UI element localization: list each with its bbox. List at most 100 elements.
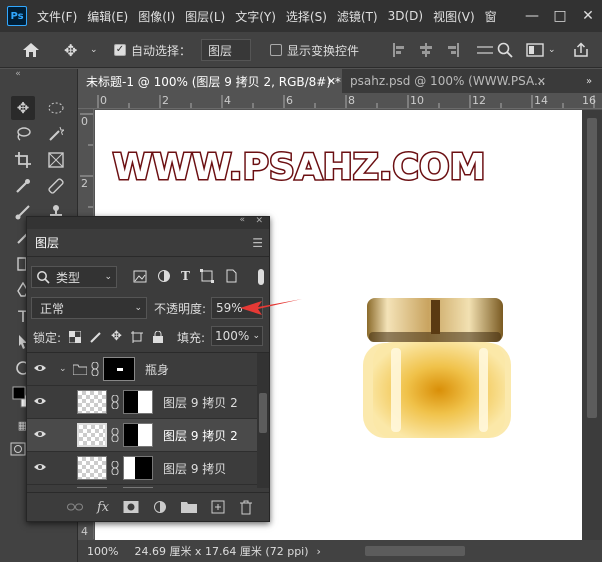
close-icon[interactable]: ✕ bbox=[327, 75, 336, 88]
maximize-icon[interactable]: □ bbox=[546, 0, 574, 32]
link-layers-icon[interactable] bbox=[67, 502, 83, 512]
chevron-down-icon[interactable]: ⌄ bbox=[548, 32, 556, 68]
lock-pixels-icon[interactable] bbox=[90, 331, 102, 343]
tab-overflow-icon[interactable]: » bbox=[578, 69, 602, 93]
collapse-arrows-icon[interactable]: « bbox=[6, 69, 30, 79]
panel-title[interactable]: 图层 bbox=[35, 234, 59, 251]
menu-layer[interactable]: 图层(L) bbox=[185, 8, 225, 25]
tab-document-2[interactable]: psahz.psd @ 100% (WWW.PSA... ✕ bbox=[342, 69, 552, 93]
align-right-icon[interactable] bbox=[444, 32, 460, 68]
visibility-eye-icon[interactable] bbox=[27, 461, 53, 475]
minimize-icon[interactable]: — bbox=[518, 0, 546, 32]
layer-thumbnail[interactable] bbox=[77, 423, 107, 447]
blend-mode-dropdown[interactable]: 正常 ⌄ bbox=[31, 297, 147, 319]
layer-thumbnail[interactable] bbox=[77, 390, 107, 414]
adjustment-filter-icon[interactable] bbox=[157, 269, 171, 283]
share-icon[interactable] bbox=[573, 32, 589, 68]
layer-name[interactable]: 图层 9 拷贝 bbox=[163, 460, 226, 477]
marquee-tool-icon[interactable] bbox=[44, 96, 68, 120]
vertical-scrollbar[interactable] bbox=[582, 110, 602, 540]
chain-link-icon[interactable] bbox=[111, 428, 119, 442]
image-filter-icon[interactable] bbox=[133, 270, 147, 283]
chain-link-icon[interactable] bbox=[91, 362, 99, 376]
layer-name[interactable]: 图层 9 拷贝 2 bbox=[163, 394, 238, 411]
menu-edit[interactable]: 编辑(E) bbox=[87, 8, 128, 25]
move-tool-icon[interactable]: ✥ bbox=[64, 32, 77, 68]
layer-name[interactable]: 图层 9 拷贝 2 bbox=[163, 427, 238, 444]
menu-filter[interactable]: 滤镜(T) bbox=[337, 8, 378, 25]
layer-thumbnail[interactable] bbox=[77, 487, 107, 488]
frame-tool-icon[interactable] bbox=[44, 148, 68, 172]
align-center-icon[interactable] bbox=[418, 32, 434, 68]
type-filter-icon[interactable]: T bbox=[181, 269, 190, 283]
layer-filter-dropdown[interactable]: 类型 ⌄ bbox=[31, 266, 117, 288]
visibility-eye-icon[interactable] bbox=[27, 428, 53, 442]
search-icon[interactable] bbox=[497, 32, 513, 68]
healing-brush-icon[interactable] bbox=[44, 174, 68, 198]
group-mask-thumbnail[interactable] bbox=[103, 357, 135, 381]
menu-file[interactable]: 文件(F) bbox=[37, 8, 77, 25]
close-icon[interactable]: ✕ bbox=[255, 216, 263, 226]
scrollbar-thumb[interactable] bbox=[259, 393, 267, 433]
chevron-down-icon[interactable]: ⌄ bbox=[59, 364, 67, 374]
layer-thumbnail[interactable] bbox=[77, 456, 107, 480]
scrollbar-thumb[interactable] bbox=[587, 118, 597, 418]
panel-drag-bar[interactable]: « ✕ bbox=[27, 215, 269, 229]
panel-menu-icon[interactable]: ☰ bbox=[252, 236, 263, 250]
menu-view[interactable]: 视图(V) bbox=[433, 8, 475, 25]
collapse-arrows-icon[interactable]: « bbox=[239, 215, 245, 225]
lock-transparent-icon[interactable] bbox=[69, 330, 81, 343]
visibility-eye-icon[interactable] bbox=[27, 362, 53, 376]
close-icon[interactable]: ✕ bbox=[537, 75, 546, 88]
adjustment-layer-icon[interactable] bbox=[153, 500, 167, 514]
layer-mask-thumbnail[interactable] bbox=[123, 487, 153, 488]
lock-position-icon[interactable]: ✥ bbox=[111, 329, 122, 344]
photoshop-logo[interactable]: Ps bbox=[7, 6, 27, 26]
layer-mask-thumbnail[interactable] bbox=[123, 390, 153, 414]
move-tool-icon[interactable]: ✥ bbox=[11, 96, 35, 120]
visibility-eye-icon[interactable] bbox=[27, 395, 53, 409]
layer-style-icon[interactable]: fx bbox=[97, 500, 109, 515]
new-group-icon[interactable] bbox=[181, 501, 198, 513]
auto-select-checkbox[interactable]: ✓ bbox=[114, 32, 126, 68]
align-left-icon[interactable] bbox=[392, 32, 408, 68]
menu-image[interactable]: 图像(I) bbox=[138, 8, 175, 25]
lasso-tool-icon[interactable] bbox=[11, 122, 35, 146]
eyedropper-icon[interactable] bbox=[11, 174, 35, 198]
shape-filter-icon[interactable] bbox=[199, 269, 214, 283]
chevron-down-icon[interactable]: ⌄ bbox=[90, 32, 98, 68]
auto-select-dropdown[interactable]: 图层 bbox=[201, 39, 251, 61]
layer-row-partial[interactable] bbox=[27, 485, 269, 488]
layer-row-selected[interactable]: 图层 9 拷贝 2 bbox=[27, 419, 269, 452]
add-mask-icon[interactable] bbox=[123, 500, 139, 514]
layers-scrollbar[interactable] bbox=[257, 353, 269, 488]
trash-icon[interactable] bbox=[239, 500, 253, 515]
lock-artboard-icon[interactable] bbox=[130, 330, 143, 343]
tab-document-1[interactable]: 未标题-1 @ 100% (图层 9 拷贝 2, RGB/8#) * ✕ bbox=[78, 69, 342, 93]
home-icon[interactable] bbox=[22, 32, 40, 68]
chain-link-icon[interactable] bbox=[111, 395, 119, 409]
magic-wand-icon[interactable] bbox=[44, 122, 68, 146]
close-icon[interactable]: ✕ bbox=[574, 0, 602, 32]
lock-all-icon[interactable] bbox=[152, 330, 164, 343]
new-layer-icon[interactable] bbox=[211, 500, 225, 514]
show-transform-checkbox[interactable] bbox=[270, 32, 282, 68]
crop-tool-icon[interactable] bbox=[11, 148, 35, 172]
layer-mask-thumbnail[interactable] bbox=[123, 423, 153, 447]
horizontal-scrollbar-thumb[interactable] bbox=[365, 546, 465, 556]
menu-type[interactable]: 文字(Y) bbox=[235, 8, 276, 25]
chain-link-icon[interactable] bbox=[111, 461, 119, 475]
filter-toggle[interactable] bbox=[258, 269, 264, 285]
chevron-right-icon[interactable]: › bbox=[317, 545, 321, 558]
menu-select[interactable]: 选择(S) bbox=[286, 8, 327, 25]
layer-mask-thumbnail[interactable] bbox=[123, 456, 153, 480]
smart-object-filter-icon[interactable] bbox=[224, 269, 238, 283]
layer-row[interactable]: 图层 9 拷贝 bbox=[27, 452, 269, 485]
distribute-icon[interactable] bbox=[477, 32, 493, 68]
fill-field[interactable]: 100% ⌄ bbox=[211, 326, 263, 346]
menu-3d[interactable]: 3D(D) bbox=[388, 9, 423, 23]
zoom-level[interactable]: 100% bbox=[87, 545, 118, 558]
layer-row[interactable]: 图层 9 拷贝 2 bbox=[27, 386, 269, 419]
layer-name[interactable]: 瓶身 bbox=[145, 361, 169, 378]
menu-window[interactable]: 窗 bbox=[485, 8, 497, 25]
